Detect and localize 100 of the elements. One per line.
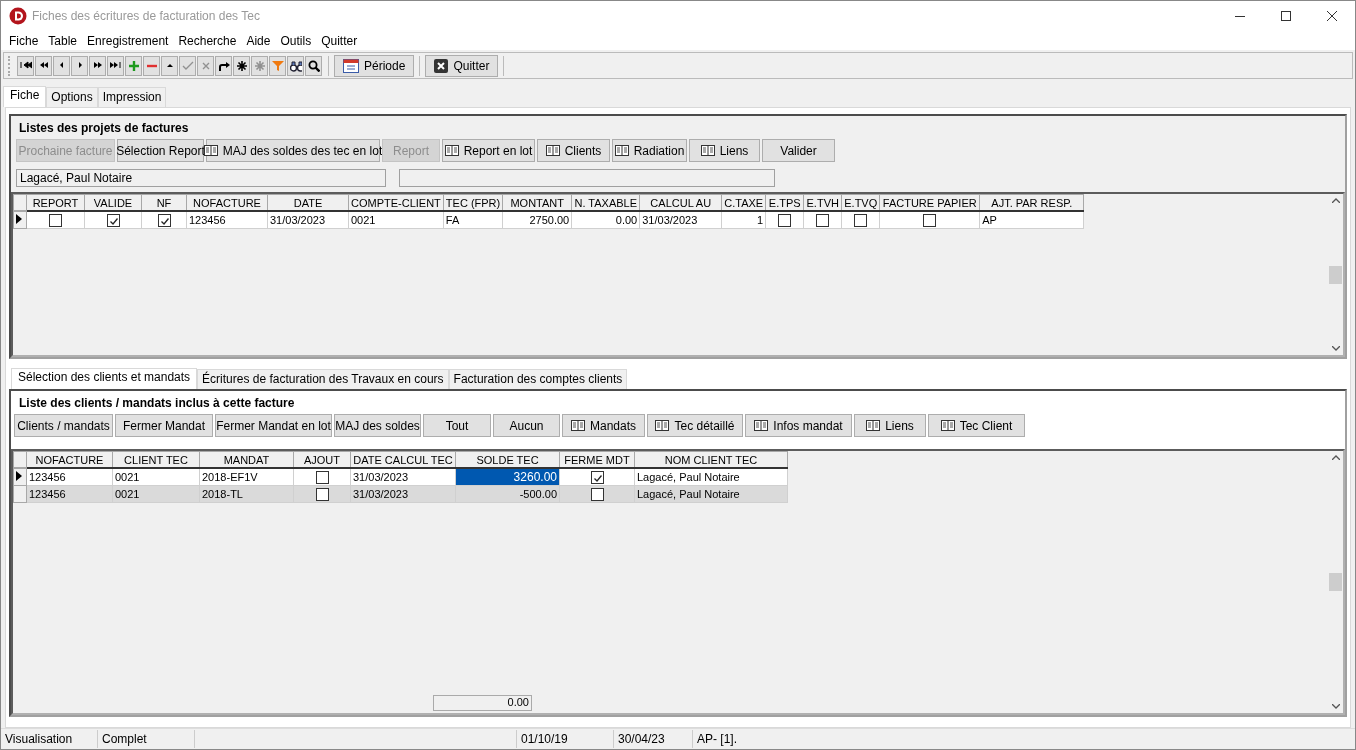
panel-title: Listes des projets de factures [18,120,190,137]
column-header[interactable]: NOFACTURE [26,451,113,468]
column-header[interactable]: DATE CALCUL TEC [350,451,456,468]
column-header[interactable]: E.TPS [765,194,804,211]
toolbar-button[interactable] [233,55,250,76]
checkbox[interactable] [157,213,171,227]
search-icon [307,59,320,72]
checkbox[interactable] [315,487,329,501]
toolbar-button[interactable] [305,55,322,76]
scroll-thumb[interactable] [1329,265,1342,284]
checkbox[interactable] [590,470,604,484]
status-text: Visualisation [1,730,98,748]
toolbar-button[interactable] [35,55,52,76]
menu-item[interactable]: Table [43,33,83,48]
menu-item[interactable]: Aide [241,33,276,48]
column-header[interactable]: FACTURE PAPIER [879,194,980,211]
checkbox[interactable] [854,213,868,227]
status-text: 01/10/19 [517,730,614,748]
checkbox[interactable] [106,213,120,227]
tab[interactable]: Facturation des comptes clients [448,369,628,389]
close-icon[interactable] [1327,11,1337,21]
redo-arrow-icon [217,59,230,72]
tab[interactable]: Fiche [3,86,47,107]
check-icon [181,59,194,72]
menu-item[interactable]: Quitter [316,33,363,48]
column-header[interactable]: NF [141,194,187,211]
column-header[interactable]: NOM CLIENT TEC [634,451,788,468]
column-header[interactable]: CLIENT TEC [112,451,200,468]
maximize-icon[interactable] [1281,11,1291,21]
button[interactable]: Clients [537,139,610,162]
checkbox[interactable] [778,213,792,227]
column-header[interactable]: N. TAXABLE [571,194,640,211]
scroll-up-icon[interactable] [1331,198,1340,203]
button[interactable]: Liens [689,139,760,162]
toolbar-button[interactable] [17,55,34,76]
text-field[interactable]: Lagacé, Paul Notaire [16,169,386,187]
column-header[interactable]: MANDAT [199,451,294,468]
menu-item[interactable]: Recherche [173,33,242,48]
button[interactable]: Valider [762,139,835,162]
button[interactable]: MAJ des soldes [334,414,421,437]
column-header[interactable]: E.TVQ [841,194,880,211]
checkbox[interactable] [816,213,830,227]
column-header[interactable]: VALIDE [84,194,142,211]
app-logo-icon [9,7,27,25]
toolbar-button[interactable]: Quitter [425,54,499,77]
button[interactable]: Radiation [612,139,687,162]
scroll-thumb[interactable] [1329,573,1342,591]
toolbar-button[interactable] [107,55,124,76]
column-header[interactable]: MONTANT [502,194,572,211]
column-header[interactable]: COMPTE-CLIENT [348,194,444,211]
tab[interactable]: Options [46,87,98,107]
column-header[interactable]: C.TAXE [721,194,766,211]
checkbox[interactable] [923,213,937,227]
toolbar-button[interactable]: Période [334,54,415,77]
button[interactable]: Mandats [562,414,645,437]
column-header[interactable]: SOLDE TEC [455,451,560,468]
menu-item[interactable]: Enregistrement [82,33,174,48]
tab[interactable]: Impression [97,87,167,107]
column-header[interactable]: AJT. PAR RESP. [979,194,1084,211]
button[interactable]: Clients / mandats [14,414,113,437]
menu-item[interactable]: Fiche [4,33,44,48]
column-header[interactable]: TEC (FPR) [443,194,503,211]
checkbox[interactable] [590,487,604,501]
button[interactable]: Tout [423,414,491,437]
book-icon [940,420,955,431]
menu-item[interactable]: Outils [275,33,317,48]
button[interactable]: Sélection Report [117,139,204,162]
column-header[interactable]: CALCUL AU [639,194,722,211]
column-header[interactable]: AJOUT [293,451,351,468]
asterisk-icon [253,59,266,72]
button[interactable]: Infos mandat [745,414,852,437]
text-field[interactable] [399,169,775,187]
column-header[interactable]: DATE [267,194,349,211]
scroll-down-icon[interactable] [1331,346,1340,351]
book-icon [700,145,715,156]
column-header[interactable]: NOFACTURE [186,194,268,211]
column-header[interactable]: FERME MDT [559,451,635,468]
toolbar-button[interactable] [215,55,232,76]
column-header[interactable]: REPORT [26,194,85,211]
scroll-up-icon[interactable] [1331,455,1340,460]
checkbox[interactable] [315,470,329,484]
scroll-down-icon[interactable] [1331,704,1340,709]
book-icon [545,145,560,156]
checkbox[interactable] [49,213,62,227]
toolbar-button[interactable] [89,55,106,76]
button[interactable]: Fermer Mandat en lot [215,414,332,437]
button[interactable]: Tec Client [928,414,1025,437]
tab[interactable]: Sélection des clients et mandats [11,368,198,389]
column-header[interactable]: E.TVH [803,194,842,211]
tab[interactable]: Écritures de facturation des Travaux en cours [197,369,449,389]
toolbar-button[interactable] [287,55,304,76]
button[interactable]: Tec détaillé [647,414,743,437]
button[interactable]: Liens [854,414,926,437]
book-icon [571,420,585,431]
button[interactable]: Report en lot [442,139,535,162]
button[interactable]: MAJ des soldes des tec en lot [206,139,380,162]
first-record-icon [19,59,32,72]
plus-icon [127,59,140,72]
button[interactable]: Aucun [493,414,560,437]
button[interactable]: Fermer Mandat [115,414,213,437]
